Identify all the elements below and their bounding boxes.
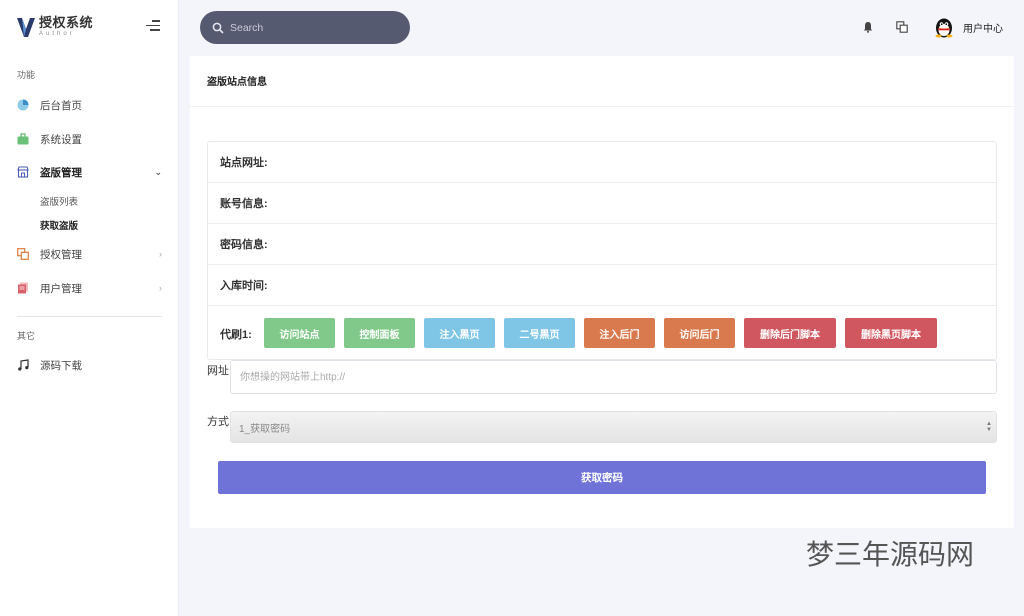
inject-backdoor-button[interactable]: 注入后门	[584, 318, 655, 348]
delete-black-page-button[interactable]: 删除黑页脚本	[845, 318, 937, 348]
nav-section-main: 功能	[17, 70, 36, 80]
logo-subtitle: Author	[39, 31, 75, 37]
row-label: 账号信息:	[220, 198, 268, 210]
user-center-label: 用户中心	[963, 23, 1003, 35]
control-panel-button[interactable]: 控制面板	[344, 318, 415, 348]
card-header-divider	[190, 106, 1014, 107]
method-label: 方式	[207, 416, 229, 428]
url-input[interactable]	[230, 360, 997, 394]
sidebar-divider	[17, 316, 162, 317]
sidebar-item-label: 后台首页	[40, 99, 82, 112]
sidebar-item-piracy[interactable]: 盗版管理 ⌄	[0, 160, 179, 184]
visit-site-button[interactable]: 访问站点	[264, 318, 335, 348]
sidebar-item-label: 系统设置	[40, 133, 82, 146]
select-arrows-icon: ▲ ▼	[986, 421, 992, 433]
url-label: 网址	[207, 365, 229, 377]
user-center[interactable]: 用户中心	[933, 16, 1003, 38]
documents-icon	[17, 282, 29, 294]
site-info-panel: 站点网址: 账号信息: 密码信息: 入库时间: 代刷1: 访问站点 控制面板 注…	[207, 141, 997, 360]
row-time: 入库时间:	[208, 265, 996, 306]
inject-black-page-button[interactable]: 注入黑页	[424, 318, 495, 348]
main-card: 盗版站点信息 站点网址: 账号信息: 密码信息: 入库时间: 代刷1: 访问站点…	[190, 56, 1014, 528]
store-icon	[17, 166, 29, 178]
copy-icon	[17, 248, 29, 260]
bell-icon[interactable]	[862, 21, 874, 33]
brand[interactable]: 授权系统 Author	[0, 0, 178, 54]
sidebar-item-download[interactable]: 源码下载	[0, 353, 179, 377]
chevron-right-icon: ›	[159, 249, 162, 259]
search-bar[interactable]	[200, 11, 410, 44]
visit-backdoor-button[interactable]: 访问后门	[664, 318, 735, 348]
music-note-icon	[17, 359, 29, 371]
sidebar-subitem-piracy-list[interactable]: 盗版列表	[40, 194, 78, 208]
sidebar-subitem-piracy-get[interactable]: 获取盗版	[40, 218, 78, 232]
sidebar: 授权系统 Author 功能 后台首页 系统设置 盗版管理 ⌄ 盗版列表 获取盗…	[0, 0, 179, 616]
search-input[interactable]	[230, 21, 390, 34]
menu-toggle-icon[interactable]	[146, 20, 160, 32]
row-account: 账号信息:	[208, 183, 996, 224]
row-label: 入库时间:	[220, 280, 268, 292]
chevron-right-icon: ›	[159, 283, 162, 293]
briefcase-icon	[17, 133, 29, 145]
nav-section-other: 其它	[17, 331, 36, 341]
pie-chart-icon	[17, 99, 29, 111]
row-label: 站点网址:	[220, 157, 268, 169]
row-label: 代刷1:	[220, 328, 252, 341]
sidebar-item-label: 授权管理	[40, 248, 82, 261]
sidebar-item-label: 盗版管理	[40, 166, 82, 179]
method-select[interactable]: 1_获取密码 ▲ ▼	[230, 411, 997, 443]
sidebar-item-label: 源码下载	[40, 359, 82, 372]
method-selected-value: 1_获取密码	[239, 423, 291, 435]
chevron-down-icon: ⌄	[154, 166, 162, 177]
second-black-page-button[interactable]: 二号黑页	[504, 318, 575, 348]
page-title: 盗版站点信息	[207, 77, 267, 88]
sidebar-item-settings[interactable]: 系统设置	[0, 127, 179, 151]
row-label: 密码信息:	[220, 239, 268, 251]
logo-title: 授权系统	[39, 16, 94, 31]
sidebar-item-dashboard[interactable]: 后台首页	[0, 93, 179, 117]
sidebar-item-auth[interactable]: 授权管理 ›	[0, 242, 179, 266]
row-password: 密码信息:	[208, 224, 996, 265]
sidebar-item-label: 用户管理	[40, 282, 82, 295]
watermark: 梦三年源码网	[806, 538, 975, 571]
windows-icon[interactable]	[896, 21, 908, 33]
logo-icon	[17, 18, 35, 37]
get-password-button[interactable]: 获取密码	[218, 461, 986, 494]
row-site-url: 站点网址:	[208, 142, 996, 183]
search-icon	[212, 22, 224, 34]
delete-backdoor-button[interactable]: 删除后门脚本	[744, 318, 836, 348]
avatar	[935, 18, 953, 38]
sidebar-item-users[interactable]: 用户管理 ›	[0, 276, 179, 300]
